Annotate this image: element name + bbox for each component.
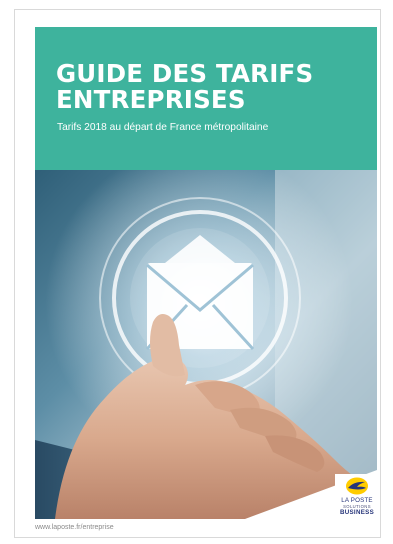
la-poste-logo: LA POSTE SOLUTIONS BUSINESS <box>335 474 379 518</box>
cover-subtitle: Tarifs 2018 au départ de France métropol… <box>57 122 269 133</box>
brand-name-line-3: BUSINESS <box>339 509 375 516</box>
cover-title-line-1: GUIDE DES TARIFS <box>56 59 314 88</box>
footer-url: www.laposte.fr/entreprise <box>35 524 114 531</box>
cover-banner: GUIDE DES TARIFS ENTREPRISES Tarifs 2018… <box>35 27 377 170</box>
hand-envelope-illustration <box>35 170 377 519</box>
la-poste-bird-icon <box>346 477 368 495</box>
cover-title-line-2: ENTREPRISES <box>56 85 246 114</box>
cover-title: GUIDE DES TARIFS ENTREPRISES <box>56 61 356 113</box>
cover-photo <box>35 170 377 519</box>
